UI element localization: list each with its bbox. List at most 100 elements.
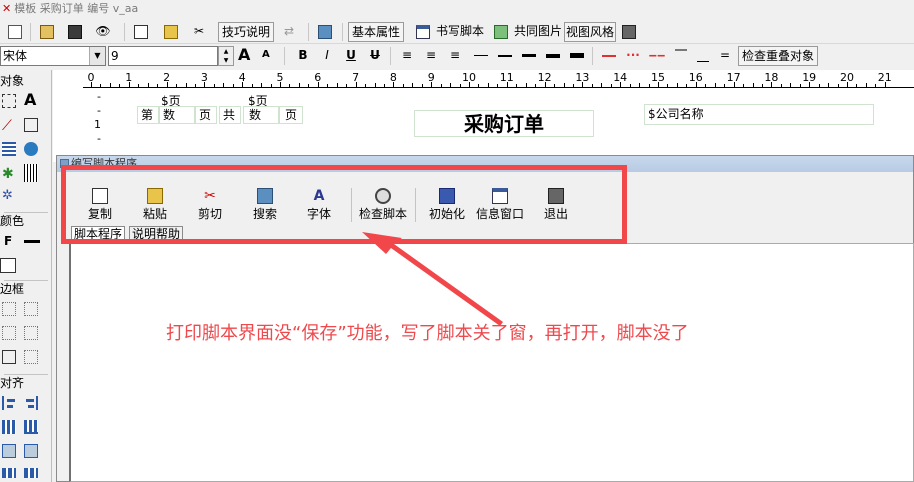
ruler-tick xyxy=(185,83,187,87)
align-left-objects-icon[interactable] xyxy=(2,396,16,410)
search-icon[interactable] xyxy=(316,22,334,42)
page-di-label[interactable]: 第 xyxy=(141,108,153,122)
line-heavy-icon[interactable] xyxy=(568,46,586,66)
align-center-icon[interactable]: ≡ xyxy=(422,46,440,66)
rect-tool-icon[interactable] xyxy=(24,118,38,132)
shared-image-button[interactable]: 共同图片 xyxy=(514,22,562,42)
dialog-title-bar[interactable]: 编写脚本程序 xyxy=(57,156,913,172)
valign-bottom-icon[interactable]: ⎽ xyxy=(694,46,712,66)
preview-eye-icon[interactable]: 👁 xyxy=(94,22,112,42)
line-tool-icon[interactable]: ⟋ xyxy=(2,118,16,134)
script-editor-textarea[interactable] xyxy=(69,243,914,482)
same-height-icon[interactable] xyxy=(24,444,38,458)
border-inner-icon[interactable] xyxy=(2,326,16,340)
init-button[interactable]: 初始化 xyxy=(419,186,475,226)
font-size-stepper[interactable]: ▲ ▼ xyxy=(218,46,234,66)
save-disk-icon[interactable] xyxy=(66,22,84,42)
chart-tool-icon[interactable] xyxy=(24,142,38,156)
border-custom-icon[interactable] xyxy=(24,350,38,364)
space-evenly-icon[interactable] xyxy=(2,468,16,478)
border-outer-icon[interactable] xyxy=(24,302,38,316)
line-thin-icon[interactable] xyxy=(472,46,490,66)
info-window-button[interactable]: 信息窗口 xyxy=(472,186,528,226)
cut-scissors-icon[interactable]: ✂ xyxy=(190,22,208,42)
check-script-button[interactable]: 检查脚本 xyxy=(355,186,411,226)
shrink-font-button[interactable]: A xyxy=(262,46,270,66)
line-color-icon[interactable] xyxy=(24,240,40,243)
view-style-button[interactable]: 视图风格 xyxy=(564,22,617,42)
border-none-icon[interactable] xyxy=(2,302,16,316)
italic-button[interactable]: I xyxy=(318,46,336,66)
align-bottom-objects-icon[interactable] xyxy=(24,420,38,434)
cut-button[interactable]: ✂ 剪切 xyxy=(182,186,238,226)
copy-icon[interactable] xyxy=(132,22,150,42)
same-width-icon[interactable] xyxy=(2,444,16,458)
line-medium-icon[interactable] xyxy=(496,46,514,66)
exit-door-icon[interactable] xyxy=(620,22,638,42)
red-dotted-line-icon[interactable]: ··· xyxy=(624,46,642,66)
search-button[interactable]: 搜索 xyxy=(237,186,293,226)
tips-button[interactable]: 技巧说明 xyxy=(218,22,275,42)
new-file-icon[interactable] xyxy=(6,22,24,42)
grow-font-button[interactable]: A xyxy=(238,46,250,66)
barcode-tool-icon[interactable] xyxy=(24,164,38,182)
basic-properties-button[interactable]: 基本属性 xyxy=(348,22,405,42)
strikethrough-button[interactable]: U xyxy=(366,46,384,66)
underline-button[interactable]: U xyxy=(342,46,360,66)
text-tool-icon[interactable]: A xyxy=(24,92,38,108)
copy-button[interactable]: 复制 xyxy=(72,186,128,226)
fill-color-icon[interactable] xyxy=(0,258,16,273)
bug-tool-icon[interactable]: ✱ xyxy=(2,166,16,182)
ruler-tick xyxy=(847,82,848,87)
red-dashed-line-icon[interactable]: ‒‒ xyxy=(648,46,666,66)
border-grid-icon[interactable] xyxy=(24,326,38,340)
exit-button[interactable]: 退出 xyxy=(528,186,584,226)
valign-middle-icon[interactable]: = xyxy=(716,46,734,66)
distribute-h-icon[interactable] xyxy=(2,420,16,434)
tab-help[interactable]: 说明帮助 xyxy=(129,226,184,242)
company-name-field[interactable]: $公司名称 xyxy=(648,107,704,121)
chevron-down-icon[interactable]: ▼ xyxy=(89,47,105,65)
select-tool-icon[interactable] xyxy=(2,94,16,108)
line-thick-icon[interactable] xyxy=(520,46,538,66)
dialog-title: 编写脚本程序 xyxy=(71,157,137,170)
line-bold-icon[interactable] xyxy=(544,46,562,66)
report-title[interactable]: 采购订单 xyxy=(414,112,594,136)
page-ye-label-1[interactable]: 页 xyxy=(199,108,211,122)
check-overlap-button[interactable]: 检查重叠对象 xyxy=(738,46,819,66)
border-full-icon[interactable] xyxy=(2,350,16,364)
ruler-tick xyxy=(780,84,782,87)
align-right-icon[interactable]: ≡ xyxy=(446,46,464,66)
align-left-icon[interactable]: ≡ xyxy=(398,46,416,66)
table-tool-icon[interactable] xyxy=(2,142,16,156)
space-evenly-v-icon[interactable] xyxy=(24,468,38,478)
page-gong-label[interactable]: 共 xyxy=(223,108,235,122)
script-window-icon[interactable] xyxy=(414,22,432,42)
paste-button[interactable]: 粘贴 xyxy=(127,186,183,226)
align-right-objects-icon[interactable] xyxy=(24,396,38,410)
font-size-input[interactable]: 9 xyxy=(108,46,218,66)
bold-button[interactable]: B xyxy=(294,46,312,66)
paste-icon[interactable] xyxy=(162,22,180,42)
shared-image-icon[interactable] xyxy=(492,22,510,42)
valign-top-icon[interactable]: ⎺ xyxy=(672,46,690,66)
total-pages-field[interactable]: 数 xyxy=(249,108,261,122)
font-name-select[interactable]: 宋体 ▼ xyxy=(0,46,106,66)
tab-script[interactable]: 脚本程序 xyxy=(71,226,126,242)
page-number-field[interactable]: 数 xyxy=(163,108,175,122)
cut-scissors-icon: ✂ xyxy=(204,188,216,204)
ruler-tick xyxy=(213,84,215,87)
font-color-icon[interactable]: F xyxy=(4,234,18,248)
red-solid-line-icon[interactable] xyxy=(600,46,618,66)
ruler-tick xyxy=(676,83,678,87)
ruler-tick xyxy=(450,83,452,87)
font-button[interactable]: A 字体 xyxy=(291,186,347,226)
ruler-tick xyxy=(355,82,357,87)
open-folder-icon[interactable] xyxy=(38,22,56,42)
ruler-tick xyxy=(714,83,716,87)
group-tool-icon[interactable]: ✲ xyxy=(2,188,16,203)
report-canvas[interactable]: 0 1 2 3 4 5 6 7 8 9 10 11 12 13 14 15 16 17 18 19 20 21 --1- … xyxy=(53,70,914,162)
page-ye-label-2[interactable]: 页 xyxy=(285,108,297,122)
swap-arrows-icon[interactable]: ⇄ xyxy=(280,22,298,42)
write-script-button[interactable]: 书写脚本 xyxy=(436,22,484,42)
